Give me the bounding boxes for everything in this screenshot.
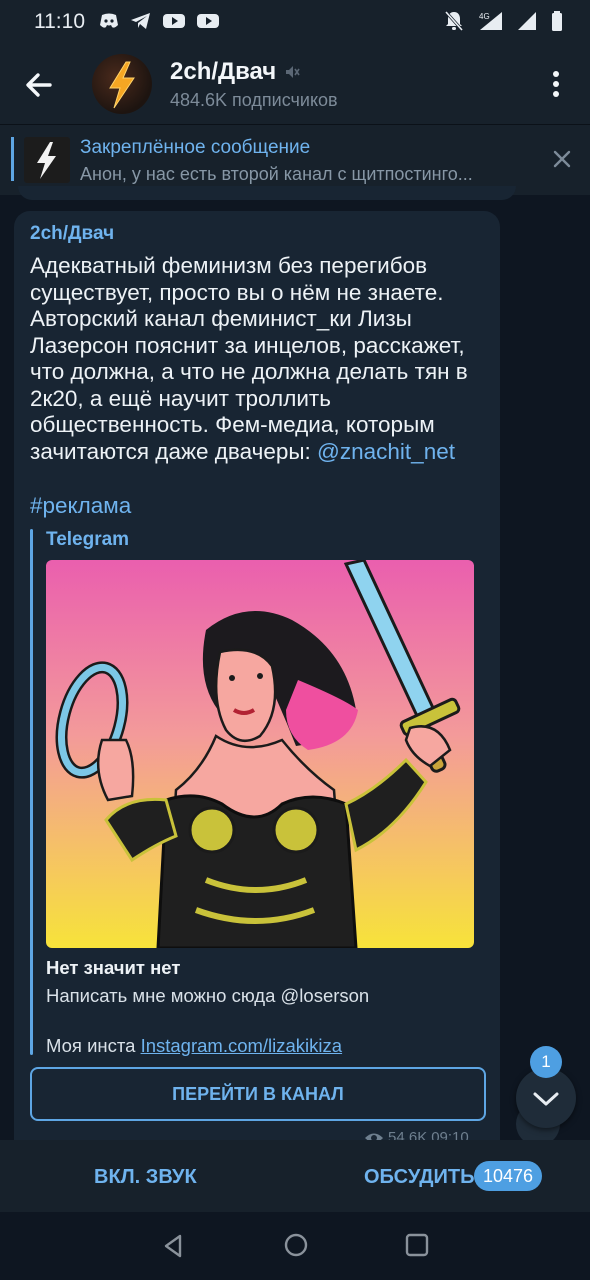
subscriber-count: 484.6K подписчиков xyxy=(170,90,338,110)
pinned-text: Анон, у нас есть второй канал с щитпости… xyxy=(80,164,473,184)
unmute-button[interactable]: ВКЛ. ЗВУК xyxy=(94,1166,197,1189)
comments-count-badge: 10476 xyxy=(474,1161,543,1191)
nav-recents-icon[interactable] xyxy=(404,1232,430,1258)
svg-text:4G: 4G xyxy=(479,12,490,21)
channel-header: 2ch/Двач 484.6K подписчиков xyxy=(0,44,590,124)
insta-prefix: Моя инста xyxy=(46,1035,141,1056)
discuss-button[interactable]: ОБСУДИТЬ xyxy=(364,1166,475,1189)
open-channel-button[interactable]: ПЕРЕЙТИ В КАНАЛ xyxy=(30,1067,486,1121)
channel-avatar[interactable] xyxy=(92,54,152,114)
signal-icon xyxy=(518,12,536,30)
warrior-illustration xyxy=(46,560,474,948)
status-time: 11:10 xyxy=(34,10,85,33)
message-bubble[interactable]: 2ch/Двач Адекватный феминизм без перегиб… xyxy=(14,211,500,1171)
unread-badge: 1 xyxy=(530,1046,562,1078)
status-bar: 11:10 4G xyxy=(0,0,590,44)
muted-icon xyxy=(286,66,300,78)
youtube-icon xyxy=(163,14,185,28)
message-text: Адекватный феминизм без перегибов сущест… xyxy=(30,253,500,465)
lightning-logo-icon xyxy=(109,61,135,109)
message-author[interactable]: 2ch/Двач xyxy=(30,223,114,245)
signal-4g-icon: 4G xyxy=(479,12,502,30)
channel-title-block[interactable]: 2ch/Двач 484.6K подписчиков xyxy=(170,58,338,111)
nav-home-icon[interactable] xyxy=(283,1232,309,1258)
nav-back-icon[interactable] xyxy=(160,1232,188,1260)
link-preview-title: Нет значит нет xyxy=(46,957,181,978)
link-preview-site: Telegram xyxy=(46,529,130,550)
link-preview-bar xyxy=(30,529,33,1055)
instagram-link[interactable]: Instagram.com/lizakikiza xyxy=(141,1035,343,1056)
back-arrow-icon[interactable] xyxy=(22,68,56,102)
link-preview-image[interactable] xyxy=(46,560,474,948)
telegram-icon xyxy=(131,13,150,29)
bell-off-icon xyxy=(444,11,464,31)
channel-bottom-bar: ВКЛ. ЗВУК ОБСУДИТЬ 10476 xyxy=(0,1140,590,1212)
link-preview-insta: Моя инста Instagram.com/lizakikiza xyxy=(46,1035,342,1057)
notification-icons xyxy=(98,11,220,31)
channel-name: 2ch/Двач xyxy=(170,58,277,85)
close-icon[interactable] xyxy=(550,147,574,171)
message-body: Адекватный феминизм без перегибов сущест… xyxy=(30,253,468,464)
more-vert-icon[interactable] xyxy=(544,66,568,102)
pinned-accent-bar xyxy=(11,137,14,181)
channel-title: 2ch/Двач xyxy=(170,58,338,86)
discord-icon xyxy=(100,13,118,28)
hashtag-link[interactable]: #реклама xyxy=(30,493,131,519)
previous-message-tail xyxy=(18,186,516,200)
pinned-thumbnail xyxy=(24,137,70,183)
lightning-logo-icon xyxy=(37,142,56,179)
pinned-message[interactable]: Закреплённое сообщение Анон, у нас есть … xyxy=(0,124,590,195)
system-icons: 4G xyxy=(444,10,564,32)
link-preview-description: Написать мне можно сюда @loserson xyxy=(46,985,370,1006)
system-nav-bar xyxy=(0,1212,590,1280)
battery-icon xyxy=(552,11,562,31)
youtube-icon xyxy=(197,14,219,28)
mention-link[interactable]: @znachit_net xyxy=(317,439,455,464)
pinned-title: Закреплённое сообщение xyxy=(80,137,311,158)
